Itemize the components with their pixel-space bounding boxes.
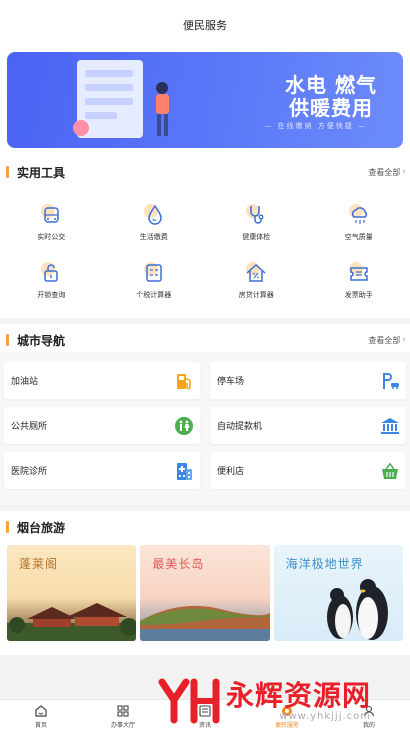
nav-label: 加油站: [11, 377, 39, 387]
city-nav-section: 城市导航 查看全部 › 加油站 停车场 公共厕所 自动提款机 医院诊所 便利店: [0, 324, 410, 505]
tour-title: 海洋极地世界: [285, 557, 364, 571]
tourism-title: 烟台旅游: [17, 520, 66, 535]
promo-banner[interactable]: 水电 燃气 供暖费用 — 在线缴纳 方便快捷 —: [7, 52, 403, 148]
tab-label: 我的: [362, 721, 375, 729]
tool-label: 生活缴费: [139, 233, 168, 241]
nav-public-toilet[interactable]: 公共厕所: [4, 407, 200, 444]
bus-icon: [41, 204, 59, 223]
section-accent-bar: [6, 521, 9, 533]
tool-invoice-helper[interactable]: 发票助手: [308, 260, 410, 312]
tour-card-changdao[interactable]: 最美长岛: [140, 545, 270, 641]
restroom-icon: [175, 416, 193, 435]
tour-card-penglai[interactable]: 蓬莱阁: [7, 545, 137, 641]
nav-label: 自动提款机: [217, 422, 263, 432]
calculator-icon: [143, 262, 162, 282]
nav-gas-station[interactable]: 加油站: [4, 362, 200, 399]
bottom-tab-bar: 首页 办事大厅 资讯 便民服务 我的: [0, 699, 410, 732]
news-icon: [199, 704, 211, 717]
nav-label: 停车场: [217, 377, 245, 387]
page-title: 便民服务: [183, 19, 227, 32]
nav-hospital[interactable]: 医院诊所: [4, 452, 200, 489]
chevron-right-icon: ›: [402, 335, 406, 345]
cloud-icon: [348, 204, 367, 224]
tab-label: 便民服务: [274, 721, 299, 729]
section-accent-bar: [6, 166, 9, 178]
tools-view-all-link[interactable]: 查看全部 ›: [368, 167, 406, 178]
user-icon: [363, 705, 375, 716]
tools-title: 实用工具: [17, 165, 66, 180]
banner-illustration-icon: [73, 60, 169, 138]
tool-label: 房贷计算器: [238, 291, 274, 299]
tool-label: 实时公交: [37, 233, 66, 241]
tab-label: 资讯: [198, 721, 211, 729]
nav-atm[interactable]: 自动提款机: [210, 407, 406, 444]
section-accent-bar: [6, 334, 9, 346]
tab-service-hall[interactable]: 办事大厅: [82, 700, 164, 732]
penguin-image-icon: [326, 579, 388, 640]
tour-card-ocean-world[interactable]: 海洋极地世界: [273, 545, 403, 641]
nav-convenience-store[interactable]: 便利店: [210, 452, 406, 489]
tools-section: 实用工具 查看全部 › 实时公交 生活缴费 健康体检 空气质量 开锁查询 个税计算…: [0, 156, 410, 318]
tool-label: 个税计算器: [136, 291, 172, 299]
tool-tax-calculator[interactable]: 个税计算器: [103, 260, 206, 312]
bank-icon: [381, 417, 399, 434]
city-nav-title: 城市导航: [17, 333, 66, 348]
pavilion-image-icon: [7, 603, 137, 641]
house-percent-icon: [246, 262, 266, 282]
tab-news[interactable]: 资讯: [164, 700, 246, 732]
banner-subtitle: — 在线缴纳 方便快捷 —: [264, 122, 367, 130]
tab-label: 首页: [34, 721, 47, 729]
water-drop-icon: [143, 204, 162, 225]
tool-bus[interactable]: 实时公交: [0, 202, 103, 254]
tool-label: 空气质量: [344, 233, 373, 241]
island-image-icon: [140, 605, 270, 641]
gas-pump-icon: [177, 373, 191, 389]
tool-label: 发票助手: [344, 291, 373, 299]
stethoscope-icon: [246, 204, 264, 224]
lock-icon: [41, 262, 58, 282]
tour-title: 最美长岛: [152, 557, 205, 571]
tab-label: 办事大厅: [110, 721, 135, 729]
tool-label: 开锁查询: [37, 291, 66, 299]
banner-line1: 水电 燃气: [285, 73, 377, 97]
tab-convenience-service[interactable]: 便民服务: [246, 700, 328, 732]
nav-label: 医院诊所: [11, 467, 48, 477]
home-icon: [35, 704, 47, 717]
parking-icon: [383, 372, 399, 389]
tab-home[interactable]: 首页: [0, 700, 82, 732]
app-header: 便民服务: [0, 0, 410, 50]
tool-mortgage-calculator[interactable]: 房贷计算器: [205, 260, 308, 312]
ticket-icon: [348, 262, 368, 281]
nav-parking[interactable]: 停车场: [210, 362, 406, 399]
nav-label: 便利店: [217, 467, 245, 477]
nav-label: 公共厕所: [11, 422, 48, 432]
view-all-label: 查看全部: [368, 167, 401, 177]
city-view-all-link[interactable]: 查看全部 ›: [368, 335, 406, 346]
basket-icon: [382, 462, 398, 479]
tool-health-check[interactable]: 健康体检: [205, 202, 308, 254]
hospital-icon: [177, 462, 192, 480]
tool-utility-payment[interactable]: 生活缴费: [103, 202, 206, 254]
tool-label: 健康体检: [242, 233, 271, 241]
chevron-right-icon: ›: [402, 167, 406, 177]
service-icon: [282, 705, 292, 716]
banner-line2: 供暖费用: [289, 96, 374, 120]
tour-title: 蓬莱阁: [19, 557, 59, 571]
view-all-label: 查看全部: [368, 335, 401, 345]
tourism-section: 烟台旅游 蓬莱阁 最美长岛 海洋极地世界: [0, 511, 410, 655]
tab-mine[interactable]: 我的: [328, 700, 410, 732]
tool-air-quality[interactable]: 空气质量: [308, 202, 410, 254]
tool-lock-query[interactable]: 开锁查询: [0, 260, 103, 312]
grid-icon: [117, 704, 129, 717]
